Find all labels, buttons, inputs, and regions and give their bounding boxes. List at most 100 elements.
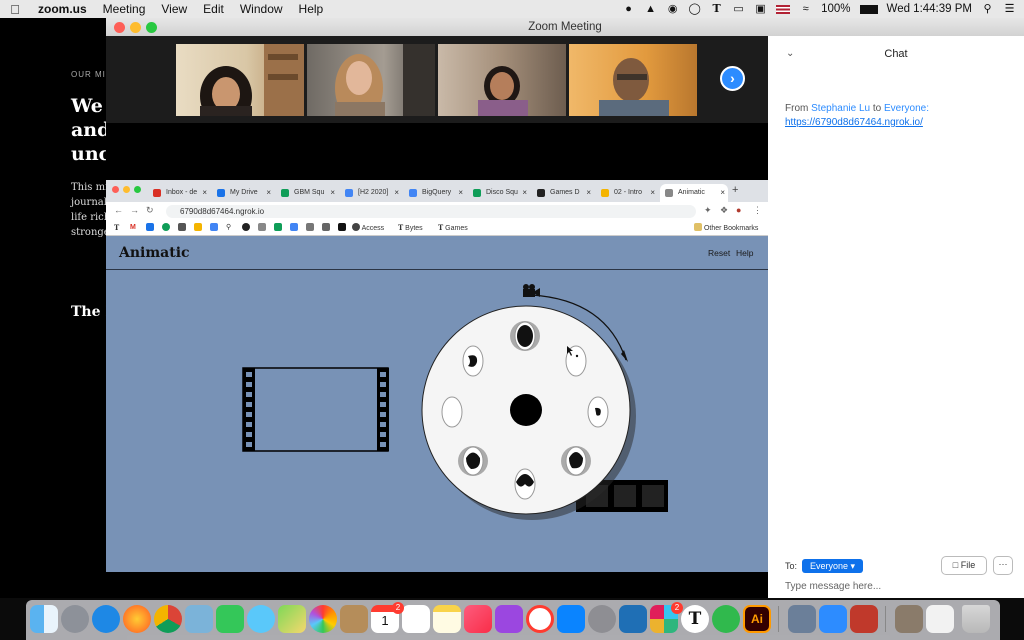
close-window-button[interactable] <box>114 22 125 33</box>
close-icon[interactable]: × <box>394 184 399 202</box>
browser-minimize-button[interactable] <box>123 186 130 193</box>
bookmark-icon[interactable] <box>210 223 218 233</box>
other-bookmarks[interactable]: Other Bookmarks <box>694 223 758 233</box>
photos-icon[interactable] <box>309 605 337 633</box>
app-menu[interactable]: zoom.us <box>30 2 95 16</box>
help-button[interactable]: Help <box>736 248 753 258</box>
frame-7[interactable] <box>441 396 463 428</box>
close-icon[interactable]: × <box>330 184 335 202</box>
close-icon[interactable]: × <box>650 184 655 202</box>
bookmark-icon[interactable] <box>290 223 298 233</box>
close-icon[interactable]: × <box>586 184 591 202</box>
notes-book-icon[interactable] <box>340 605 368 633</box>
bookmark-icon[interactable] <box>242 223 250 233</box>
back-icon[interactable]: ← <box>114 205 123 215</box>
system-preferences-icon[interactable] <box>588 605 616 633</box>
scan-icon[interactable]: ◯ <box>688 3 701 15</box>
bookmark-drive-icon[interactable] <box>194 223 202 233</box>
chat-input[interactable]: Type message here... <box>785 581 881 592</box>
safari-icon[interactable] <box>92 605 120 633</box>
finder-icon[interactable] <box>30 605 58 633</box>
participant-tile-1[interactable] <box>176 44 304 116</box>
menu-view[interactable]: View <box>153 2 195 16</box>
address-bar[interactable]: 6790d8d67464.ngrok.io <box>166 205 696 218</box>
screenshot-icon[interactable] <box>895 605 923 633</box>
bookmark-access[interactable]: Access <box>352 223 384 233</box>
profile-avatar[interactable]: ● <box>736 205 741 215</box>
close-icon[interactable]: × <box>720 184 725 202</box>
frame-5[interactable] <box>514 468 536 500</box>
chrome-icon[interactable] <box>154 605 182 633</box>
bookmark-icon[interactable] <box>274 223 282 233</box>
close-icon[interactable]: × <box>266 184 271 202</box>
frame-8[interactable] <box>462 345 484 377</box>
music-icon[interactable] <box>464 605 492 633</box>
menu-edit[interactable]: Edit <box>195 2 232 16</box>
next-page-button[interactable]: › <box>720 66 745 91</box>
chat-link[interactable]: https://6790d8d67464.ngrok.io/ <box>785 117 923 128</box>
app-store-icon[interactable] <box>557 605 585 633</box>
participant-tile-2[interactable] <box>307 44 435 116</box>
menu-help[interactable]: Help <box>291 2 332 16</box>
frame-3[interactable] <box>587 396 609 428</box>
browser-tab[interactable]: 02 - Intro × <box>596 184 658 202</box>
frame-1[interactable] <box>510 321 540 351</box>
bookmark-search-icon[interactable]: ⚲ <box>226 223 231 233</box>
close-icon[interactable]: × <box>522 184 527 202</box>
puzzle-icon[interactable]: ❖ <box>720 205 728 216</box>
bookmark-icon[interactable] <box>306 223 314 233</box>
frame-6[interactable] <box>458 446 488 476</box>
maximize-window-button[interactable] <box>146 22 157 33</box>
news-icon[interactable] <box>526 605 554 633</box>
photo-booth-icon[interactable] <box>850 605 878 633</box>
browser-tab-active[interactable]: Animatic × <box>660 184 728 202</box>
browser-tab[interactable]: Inbox - de × <box>148 184 210 202</box>
shield-icon[interactable]: ▲ <box>644 3 657 15</box>
more-options-button[interactable]: ··· <box>993 556 1013 575</box>
camera-icon[interactable] <box>523 284 540 297</box>
browser-close-button[interactable] <box>112 186 119 193</box>
launchpad-icon[interactable] <box>61 605 89 633</box>
frame-4[interactable] <box>561 446 591 476</box>
clock[interactable]: Wed 1:44:39 PM <box>887 3 972 15</box>
browser-tab[interactable]: Disco Squ × <box>468 184 530 202</box>
file-button[interactable]: □ File <box>941 556 987 575</box>
display-icon[interactable]: ▣ <box>754 3 767 15</box>
nyt-icon[interactable]: T <box>710 3 723 15</box>
search-icon[interactable]: ⚲ <box>981 3 994 15</box>
zoom-icon[interactable] <box>819 605 847 633</box>
document-icon[interactable] <box>926 605 954 633</box>
bookmark-icon[interactable] <box>146 223 154 233</box>
participant-tile-4[interactable] <box>569 44 697 116</box>
new-tab-button[interactable]: + <box>732 184 738 196</box>
close-icon[interactable]: × <box>202 184 207 202</box>
preview-icon[interactable] <box>185 605 213 633</box>
photo-browser-icon[interactable] <box>788 605 816 633</box>
bookmark-bytes[interactable]: T Bytes <box>398 223 423 233</box>
flag-icon[interactable] <box>776 4 791 14</box>
notes-icon[interactable] <box>433 605 461 633</box>
bookmark-icon[interactable] <box>322 223 330 233</box>
participant-tile-3[interactable] <box>438 44 566 116</box>
close-icon[interactable]: × <box>458 184 463 202</box>
browser-tab[interactable]: My Drive × <box>212 184 274 202</box>
airplay-icon[interactable]: ▭ <box>732 3 745 15</box>
illustrator-icon[interactable]: Ai <box>743 605 771 633</box>
recipient-dropdown[interactable]: Everyone ▾ <box>802 559 864 573</box>
forward-icon[interactable]: → <box>130 205 139 215</box>
browser-tab[interactable]: BigQuery × <box>404 184 466 202</box>
trash-icon[interactable] <box>962 605 990 633</box>
menu-meeting[interactable]: Meeting <box>95 2 154 16</box>
bookmark-gmail-icon[interactable]: M <box>130 223 136 233</box>
camera-icon[interactable]: ● <box>622 3 635 15</box>
bookmark-icon[interactable] <box>258 223 266 233</box>
extension-icon[interactable]: ✦ <box>704 205 712 216</box>
menu-icon[interactable]: ⋮ <box>753 205 762 216</box>
battery-icon[interactable] <box>859 4 878 14</box>
reset-button[interactable]: Reset <box>708 248 730 258</box>
maps-icon[interactable] <box>278 605 306 633</box>
cyberduck-icon[interactable] <box>619 605 647 633</box>
browser-maximize-button[interactable] <box>134 186 141 193</box>
podcasts-icon[interactable] <box>495 605 523 633</box>
minimize-window-button[interactable] <box>130 22 141 33</box>
